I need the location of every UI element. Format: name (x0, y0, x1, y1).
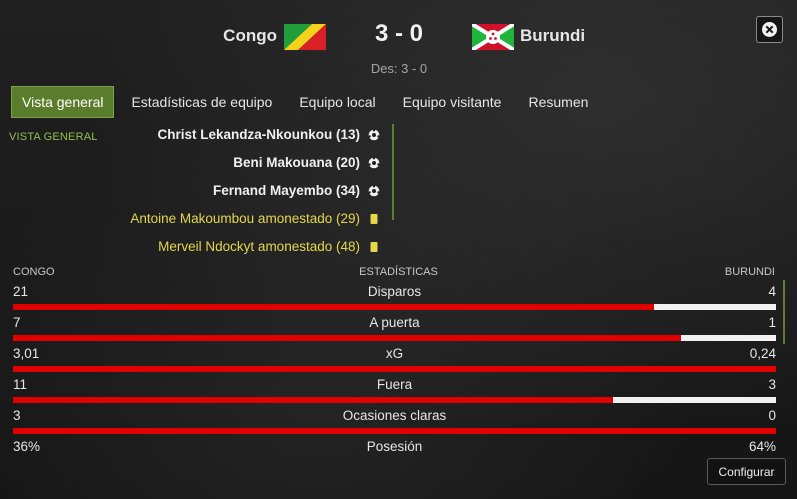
event-card: Antoine Makoumbou amonestado (29) (130, 211, 360, 226)
section-label: VISTA GENERAL (9, 131, 98, 143)
close-icon (762, 22, 777, 37)
stat-label: Fuera (376, 377, 413, 392)
stat-bar (13, 366, 776, 372)
stat-bar (13, 397, 776, 403)
event-card: Merveil Ndockyt amonestado (48) (158, 239, 360, 254)
tab-equipo-visitante[interactable]: Equipo visitante (393, 86, 512, 118)
tab-estadisticas-equipo[interactable]: Estadísticas de equipo (121, 86, 282, 118)
yellow-card-icon (370, 242, 378, 252)
stat-bar-home-fill (13, 366, 776, 372)
event-goal: Beni Makouana (20) (233, 155, 360, 170)
yellow-card-icon (370, 214, 378, 224)
away-team-name: Burundi (520, 26, 586, 45)
stat-label: A puerta (369, 315, 420, 330)
stat-bar (13, 335, 776, 341)
tab-resumen[interactable]: Resumen (518, 86, 598, 118)
stat-away-value: 0,24 (749, 346, 776, 361)
stat-row: 3,01 xG 0,24 (13, 346, 776, 374)
stat-label: Ocasiones claras (342, 408, 447, 423)
stat-label: Disparos (367, 284, 422, 299)
stat-label: Posesión (366, 439, 423, 454)
tab-bar: Vista general Estadísticas de equipo Equ… (11, 86, 605, 118)
stat-away-value: 4 (768, 284, 776, 299)
stats-away-label: BURUNDI (724, 266, 775, 278)
stat-away-value: 3 (768, 377, 776, 392)
stat-row: 3 Ocasiones claras 0 (13, 408, 776, 436)
stat-away-value: 64% (748, 439, 776, 454)
stat-row: 36% Posesión 64% (13, 439, 776, 467)
congo-flag-icon (284, 24, 326, 50)
home-team-name: Congo (223, 26, 277, 45)
stat-bar-home-fill (13, 335, 681, 341)
stat-away-value: 0 (768, 408, 776, 423)
halftime-score: Des: 3 - 0 (370, 61, 428, 76)
close-button[interactable] (756, 16, 783, 43)
football-icon (368, 157, 380, 169)
stat-label: xG (385, 346, 404, 361)
event-goal: Christ Lekandza-Nkounkou (13) (157, 127, 360, 142)
match-score: 3 - 0 (374, 20, 424, 47)
stat-row: 11 Fuera 3 (13, 377, 776, 405)
football-icon (368, 129, 380, 141)
stat-away-value: 1 (768, 315, 776, 330)
stat-bar-home-fill (13, 304, 654, 310)
stat-bar-home-fill (13, 428, 776, 434)
stat-row: 7A puerta 1 (13, 315, 776, 343)
stat-row: 21 Disparos 4 (13, 284, 776, 312)
football-icon (368, 185, 380, 197)
stat-bar-home-fill (13, 397, 613, 403)
configure-button[interactable]: Configurar (707, 458, 786, 485)
stat-bar (13, 304, 776, 310)
tab-vista-general[interactable]: Vista general (11, 86, 115, 118)
burundi-flag-icon (472, 24, 514, 50)
stats-scrollbar[interactable] (783, 280, 785, 344)
stats-title: ESTADÍSTICAS (359, 266, 438, 278)
event-goal: Fernand Mayembo (34) (212, 183, 360, 198)
events-scrollbar[interactable] (392, 124, 394, 220)
tab-equipo-local[interactable]: Equipo local (289, 86, 385, 118)
stat-bar (13, 428, 776, 434)
